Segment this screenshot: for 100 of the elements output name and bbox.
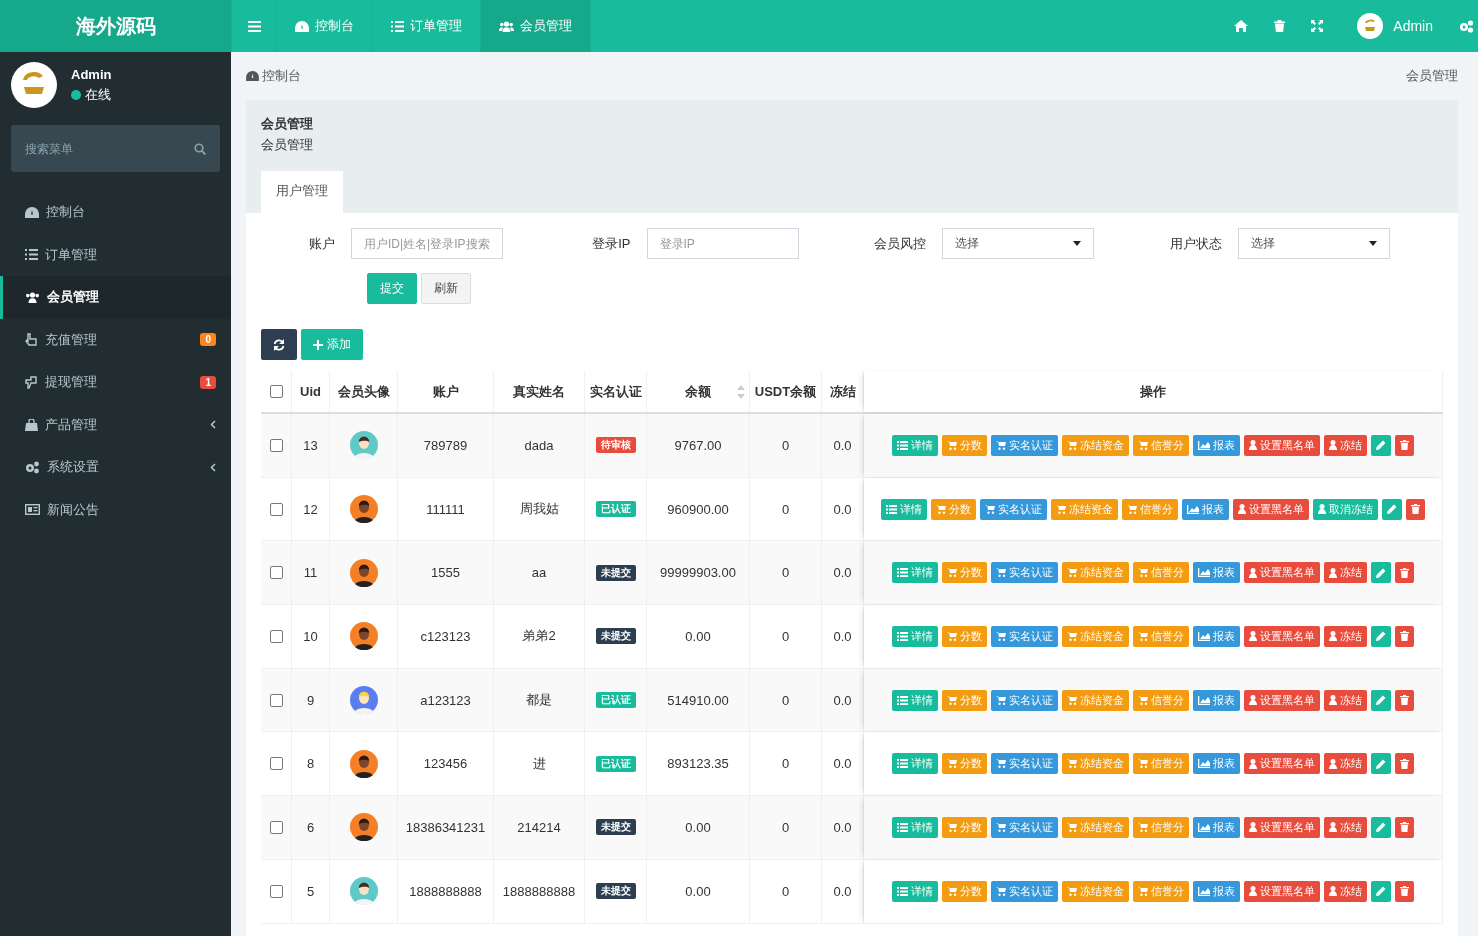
action-button[interactable]: 冻结资金 <box>1051 498 1118 520</box>
sidebar-item[interactable]: 新闻公告 <box>0 488 231 531</box>
action-button[interactable]: 报表 <box>1193 753 1240 775</box>
action-button[interactable]: 实名认证 <box>991 625 1058 647</box>
action-button[interactable]: 设置黑名单 <box>1244 689 1320 711</box>
action-button[interactable]: 冻结资金 <box>1062 880 1129 902</box>
checkbox[interactable] <box>269 385 283 398</box>
action-button[interactable]: 冻结资金 <box>1062 689 1129 711</box>
action-button[interactable]: 分数 <box>942 880 987 902</box>
action-button[interactable]: 分数 <box>942 689 987 711</box>
action-button[interactable]: 详情 <box>881 498 927 520</box>
action-button[interactable]: 分数 <box>942 434 987 456</box>
checkbox[interactable] <box>269 693 283 707</box>
sidebar-item[interactable]: 提现管理 1 <box>0 361 231 404</box>
action-button[interactable]: 信誉分 <box>1133 625 1189 647</box>
action-button[interactable]: 信誉分 <box>1122 498 1178 520</box>
action-button[interactable]: 详情 <box>892 753 938 775</box>
action-button[interactable]: 详情 <box>892 880 938 902</box>
checkbox[interactable] <box>269 757 283 771</box>
sidebar-item[interactable]: 系统设置 <box>0 446 231 489</box>
edit-button[interactable] <box>1371 753 1391 775</box>
edit-button[interactable] <box>1371 562 1391 584</box>
home-icon[interactable] <box>1234 20 1249 32</box>
action-button[interactable]: 详情 <box>892 816 938 838</box>
action-button[interactable]: 报表 <box>1193 689 1240 711</box>
edit-button[interactable] <box>1371 625 1391 647</box>
action-button[interactable]: 实名认证 <box>991 880 1058 902</box>
trash-icon[interactable] <box>1274 20 1286 32</box>
action-button[interactable]: 冻结 <box>1324 689 1367 711</box>
action-button[interactable]: 报表 <box>1193 562 1240 584</box>
avatar-icon[interactable] <box>1357 13 1384 39</box>
action-button[interactable]: 详情 <box>892 434 938 456</box>
breadcrumb-link[interactable]: 控制台 <box>262 67 301 85</box>
action-button[interactable]: 详情 <box>892 689 938 711</box>
action-button[interactable]: 冻结资金 <box>1062 816 1129 838</box>
action-button[interactable]: 设置黑名单 <box>1244 434 1320 456</box>
submit-button[interactable]: 提交 <box>367 273 417 304</box>
checkbox[interactable] <box>269 438 283 452</box>
select-field[interactable]: 选择 <box>942 228 1094 259</box>
delete-button[interactable] <box>1395 562 1414 584</box>
action-button[interactable]: 冻结 <box>1324 562 1367 584</box>
action-button[interactable]: 信誉分 <box>1133 689 1189 711</box>
action-button[interactable]: 报表 <box>1193 625 1240 647</box>
search-field[interactable]: 搜索菜单 <box>11 125 220 172</box>
action-button[interactable]: 设置黑名单 <box>1244 880 1320 902</box>
action-button[interactable]: 冻结 <box>1324 625 1367 647</box>
input-field[interactable]: 用户ID|姓名|登录IP搜索 <box>351 228 503 259</box>
edit-button[interactable] <box>1371 816 1391 838</box>
action-button[interactable]: 详情 <box>892 625 938 647</box>
checkbox[interactable] <box>269 629 283 643</box>
action-button[interactable]: 设置黑名单 <box>1244 753 1320 775</box>
action-button[interactable]: 报表 <box>1193 880 1240 902</box>
search-icon[interactable] <box>194 143 206 155</box>
delete-button[interactable] <box>1395 816 1414 838</box>
action-button[interactable]: 实名认证 <box>991 434 1058 456</box>
action-button[interactable]: 冻结 <box>1324 753 1367 775</box>
action-button[interactable]: 冻结资金 <box>1062 753 1129 775</box>
action-button[interactable]: 设置黑名单 <box>1244 625 1320 647</box>
select-field[interactable]: 选择 <box>1237 228 1390 259</box>
sidebar-item[interactable]: 会员管理 <box>0 276 231 319</box>
action-button[interactable]: 分数 <box>942 753 987 775</box>
edit-button[interactable] <box>1371 880 1391 902</box>
input-field[interactable]: 登录IP <box>646 228 799 259</box>
edit-button[interactable] <box>1371 434 1391 456</box>
delete-button[interactable] <box>1395 880 1414 902</box>
action-button[interactable]: 冻结 <box>1324 434 1367 456</box>
brand-logo[interactable]: 海外源码 <box>0 0 231 52</box>
add-button[interactable]: 添加 <box>301 329 363 360</box>
action-button[interactable]: 分数 <box>942 816 987 838</box>
action-button[interactable]: 分数 <box>942 562 987 584</box>
nav-tab[interactable]: 会员管理 <box>481 0 591 52</box>
action-button[interactable]: 信誉分 <box>1133 753 1189 775</box>
action-button[interactable]: 冻结资金 <box>1062 625 1129 647</box>
action-button[interactable]: 信誉分 <box>1133 880 1189 902</box>
reset-button[interactable]: 刷新 <box>421 273 471 304</box>
sidebar-item[interactable]: 充值管理 0 <box>0 318 231 361</box>
action-button[interactable]: 分数 <box>931 498 976 520</box>
action-button[interactable]: 设置黑名单 <box>1244 816 1320 838</box>
sidebar-item[interactable]: 订单管理 <box>0 233 231 276</box>
action-button[interactable]: 信誉分 <box>1133 434 1189 456</box>
menu-icon[interactable] <box>231 0 277 52</box>
delete-button[interactable] <box>1395 753 1414 775</box>
edit-button[interactable] <box>1382 498 1402 520</box>
action-button[interactable]: 报表 <box>1182 498 1229 520</box>
tab[interactable]: 用户管理 <box>261 171 343 213</box>
action-button[interactable]: 实名认证 <box>980 498 1047 520</box>
action-button[interactable]: 设置黑名单 <box>1244 562 1320 584</box>
action-button[interactable]: 报表 <box>1193 434 1240 456</box>
action-button[interactable]: 设置黑名单 <box>1233 498 1309 520</box>
sidebar-item[interactable]: 控制台 <box>0 191 231 234</box>
action-button[interactable]: 实名认证 <box>991 562 1058 584</box>
action-button[interactable]: 冻结资金 <box>1062 434 1129 456</box>
action-button[interactable]: 实名认证 <box>991 753 1058 775</box>
edit-button[interactable] <box>1371 689 1391 711</box>
action-button[interactable]: 取消冻结 <box>1313 498 1378 520</box>
action-button[interactable]: 报表 <box>1193 816 1240 838</box>
delete-button[interactable] <box>1395 434 1414 456</box>
action-button[interactable]: 冻结 <box>1324 816 1367 838</box>
action-button[interactable]: 冻结 <box>1324 880 1367 902</box>
action-button[interactable]: 信誉分 <box>1133 816 1189 838</box>
